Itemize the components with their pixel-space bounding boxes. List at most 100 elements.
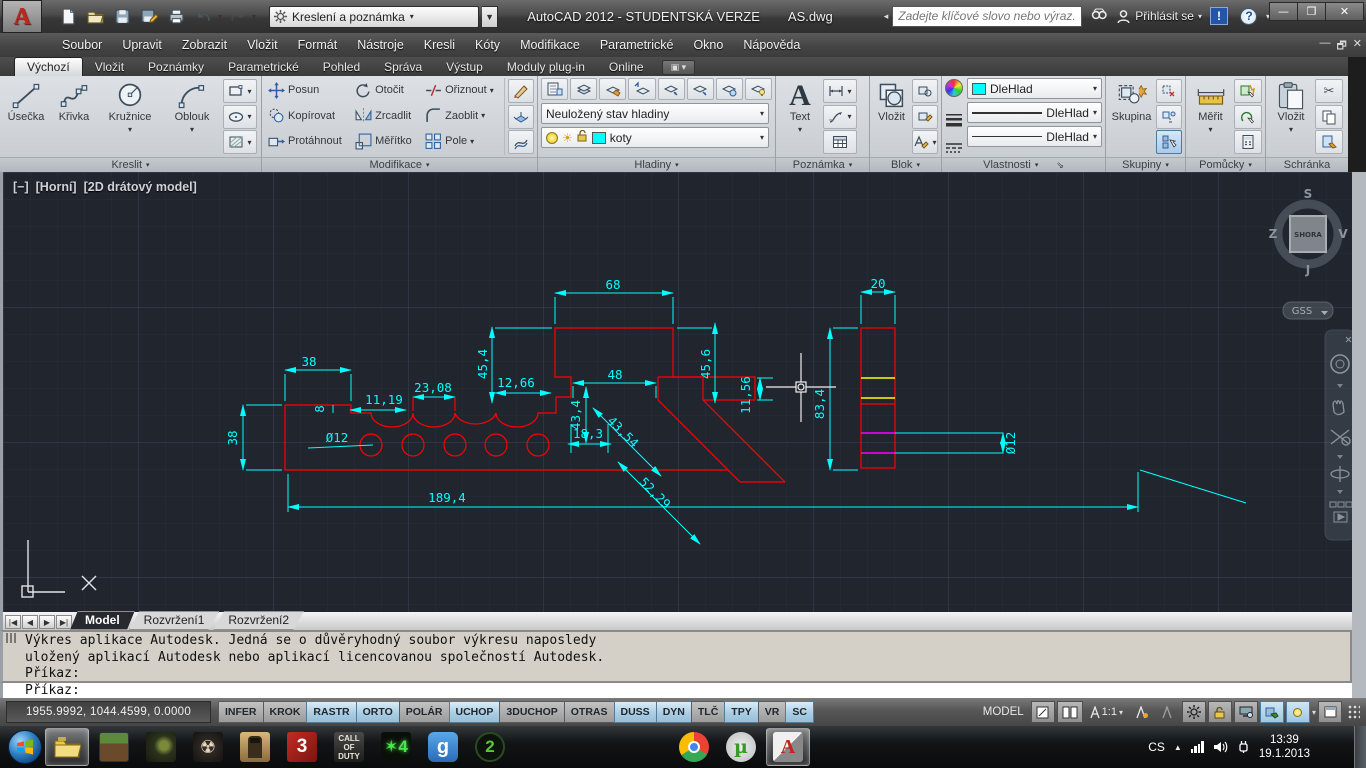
maximize-button[interactable]: ❐ (1297, 2, 1326, 21)
ribbon-minimize-button[interactable]: ▣ ▾ (662, 60, 696, 75)
zrcadlit-button[interactable]: Zrcadlit (352, 104, 420, 128)
menu-vlozit[interactable]: Vložit (237, 34, 288, 56)
show-desktop-button[interactable] (1354, 726, 1366, 768)
tab-moduly[interactable]: Moduly plug-in (495, 58, 597, 76)
viewcube-west[interactable]: Z (1269, 227, 1278, 241)
copy-clip-button[interactable] (1315, 105, 1343, 129)
oblouk-dropdown[interactable]: ▾ (190, 125, 194, 134)
dimension-button[interactable]: ▾ (823, 79, 857, 103)
toggle-vr[interactable]: VR (758, 701, 787, 723)
tab-vystup[interactable]: Výstup (434, 58, 495, 76)
layer-color-swatch[interactable] (592, 132, 606, 144)
layer-on-icon[interactable] (546, 132, 558, 144)
tab-rozvrzeni2[interactable]: Rozvržení2 (213, 611, 304, 630)
panel-label-schranka[interactable]: Schránka (1266, 157, 1348, 172)
meritko-button[interactable]: Měřítko (352, 129, 420, 153)
doc-restore-button[interactable]: 🗗 (1336, 37, 1346, 56)
navigation-bar[interactable] (1325, 330, 1355, 540)
leader-dropdown[interactable]: ▾ (847, 112, 851, 121)
offset-button[interactable] (508, 130, 534, 154)
paste-dropdown[interactable]: ▾ (1289, 125, 1293, 134)
pole-dropdown[interactable]: ▾ (470, 137, 474, 146)
viewcube[interactable]: SHORA S Z V J GSS (1269, 187, 1349, 319)
group-edit-button[interactable] (1156, 105, 1182, 129)
viewcube-south[interactable]: J (1305, 263, 1310, 277)
doc-close-button[interactable]: ✕ (1353, 37, 1362, 56)
linetype-dropdown[interactable]: DleHlad▾ (967, 126, 1102, 147)
last-tab-button[interactable]: ▶| (56, 615, 72, 629)
panel-label-kreslit[interactable]: Kreslit▾ (0, 157, 261, 172)
undo-dropdown[interactable]: ▾ (218, 12, 222, 21)
taskbar-clock[interactable]: 13:39 19.1.2013 (1259, 733, 1310, 761)
redo-dropdown[interactable]: ▾ (252, 12, 256, 21)
model-space-button[interactable]: MODEL (978, 701, 1029, 723)
minimize-button[interactable]: — (1269, 2, 1298, 21)
edit-attributes-button[interactable]: ▾ (912, 130, 938, 154)
taskbar-utorrent-button[interactable]: µ (719, 728, 763, 766)
infocenter-collapse-icon[interactable]: ◂ (884, 11, 889, 22)
kopirovat-button[interactable]: Kopírovat (265, 104, 350, 128)
oblouk-button[interactable]: Oblouk ▾ (163, 78, 221, 155)
merit-button[interactable]: Měřit ▾ (1189, 78, 1232, 155)
paste-special-button[interactable] (1315, 130, 1343, 154)
taskbar-chrome-button[interactable] (672, 728, 716, 766)
part-profile-right-view[interactable] (861, 328, 895, 468)
panel-label-skupiny[interactable]: Skupiny▾ (1106, 157, 1185, 172)
oriznout-button[interactable]: Ořiznout▾ (422, 78, 502, 102)
create-block-button[interactable] (912, 79, 938, 103)
taskbar-mw3-button[interactable]: CALLOFDUTY (327, 728, 371, 766)
panel-label-poznamka[interactable]: Poznámka▾ (776, 157, 869, 172)
viewcube-east[interactable]: V (1338, 227, 1348, 241)
layer-freeze-button[interactable] (716, 78, 743, 100)
menu-parametricke[interactable]: Parametrické (590, 34, 684, 56)
layer-unisolate-button[interactable] (687, 78, 714, 100)
menu-modifikace[interactable]: Modifikace (510, 34, 590, 56)
taskbar-autocad-button[interactable]: A (766, 728, 810, 766)
krivka-button[interactable]: Křivka (51, 78, 97, 155)
layer-thaw-icon[interactable]: ☀ (562, 132, 573, 144)
command-input[interactable]: Příkaz: (0, 683, 1352, 698)
tab-model[interactable]: Model (70, 611, 135, 630)
tab-online[interactable]: Online (597, 58, 656, 76)
panel-label-hladiny[interactable]: Hladiny▾ (538, 157, 775, 172)
network-icon[interactable] (1191, 741, 1204, 753)
command-history[interactable]: Výkres aplikace Autodesk. Jedná se o dův… (0, 630, 1352, 683)
layer-isolate-button[interactable] (658, 78, 685, 100)
ellipse-button[interactable]: ▾ (223, 105, 257, 129)
search-icon[interactable] (1086, 5, 1112, 27)
toggle-infer[interactable]: INFER (218, 701, 264, 723)
layer-state-dropdown[interactable]: Neuložený stav hladiny▾ (541, 103, 769, 124)
toggle-dyn[interactable]: DYN (656, 701, 692, 723)
tab-parametricke[interactable]: Parametrické (216, 58, 311, 76)
linetype-icon[interactable] (945, 142, 963, 154)
taskbar-bf3-button[interactable]: 3 (280, 728, 324, 766)
rectangle-dropdown[interactable]: ▾ (247, 87, 251, 96)
language-indicator[interactable]: CS (1148, 740, 1165, 754)
tab-sprava[interactable]: Správa (372, 58, 434, 76)
toggle-duss[interactable]: DUSS (614, 701, 657, 723)
taskbar-stalker-button[interactable]: ☢ (186, 728, 230, 766)
menu-format[interactable]: Formát (288, 34, 348, 56)
power-plug-icon[interactable] (1237, 740, 1250, 754)
command-window-grip[interactable] (6, 633, 17, 643)
new-file-button[interactable] (56, 6, 80, 28)
layer-off-button[interactable] (745, 78, 772, 100)
otocit-button[interactable]: Otočit (352, 78, 420, 102)
tab-pohled[interactable]: Pohled (311, 58, 372, 76)
toggle-sc[interactable]: SC (785, 701, 814, 723)
layer-unlock-icon[interactable] (577, 130, 588, 145)
workspace-switch-button[interactable] (1182, 701, 1206, 723)
doc-minimize-button[interactable]: — (1319, 37, 1330, 56)
toggle-rastr[interactable]: RASTR (306, 701, 356, 723)
panel-label-modifikace[interactable]: Modifikace▾ (262, 157, 537, 172)
layer-state-button[interactable] (570, 78, 597, 100)
explode-button[interactable] (508, 105, 534, 129)
taskbar-game5-button[interactable]: 2 (468, 728, 512, 766)
lightbulb-button[interactable] (1286, 701, 1310, 723)
hatch-dropdown[interactable]: ▾ (247, 138, 251, 147)
menu-kresli[interactable]: Kresli (414, 34, 465, 56)
application-menu-button[interactable]: A (2, 0, 42, 33)
usecka-button[interactable]: Úsečka (3, 78, 49, 155)
first-tab-button[interactable]: |◀ (5, 615, 21, 629)
search-input[interactable] (892, 6, 1082, 27)
